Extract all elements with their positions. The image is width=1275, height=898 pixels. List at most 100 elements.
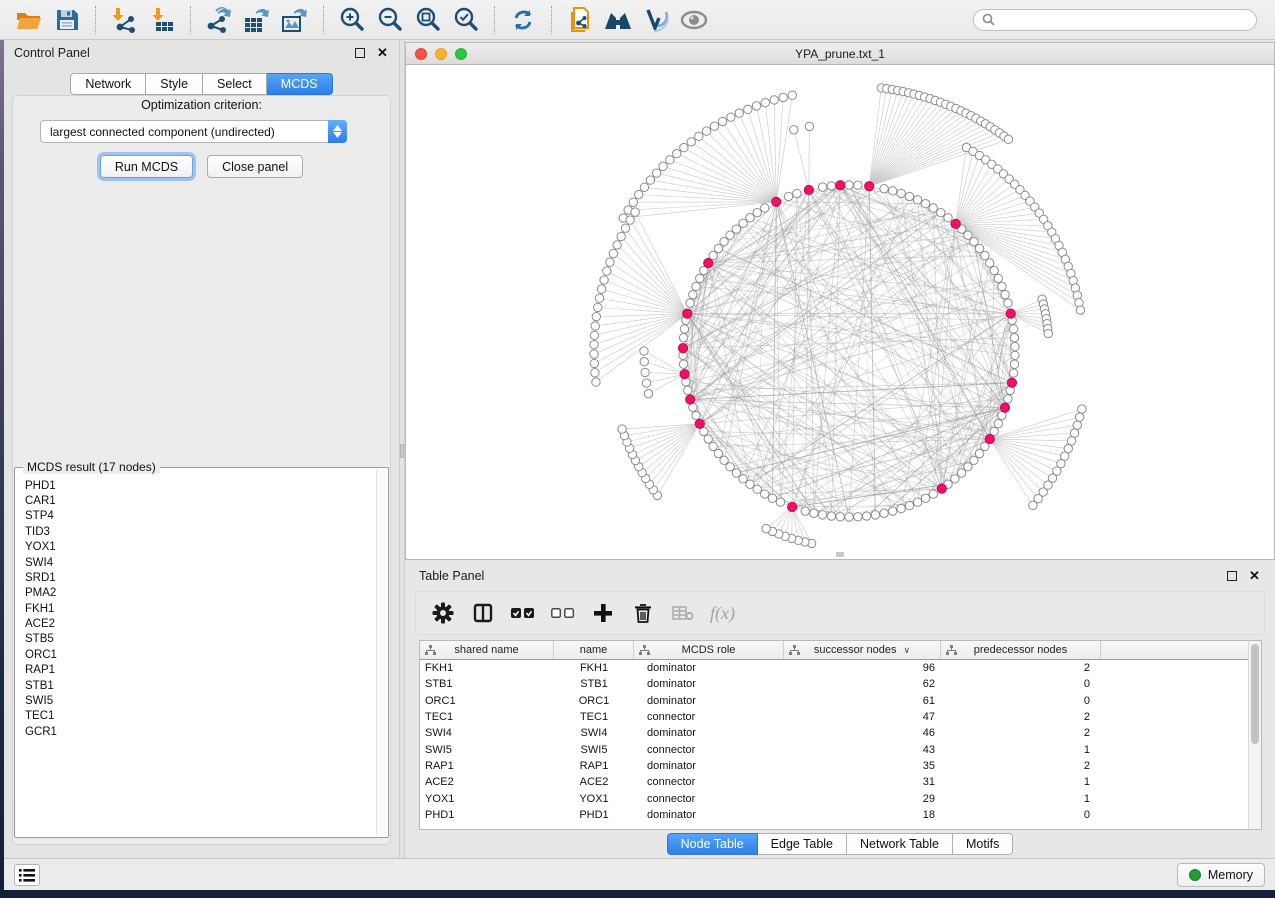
table-cell: connector — [634, 744, 784, 756]
table-row[interactable]: STB1STB1dominator620 — [420, 676, 1248, 692]
tab-edge-table[interactable]: Edge Table — [758, 833, 847, 855]
table-cell: 1 — [941, 744, 1101, 756]
tab-network-table[interactable]: Network Table — [847, 833, 953, 855]
tab-select[interactable]: Select — [203, 73, 267, 95]
mcds-result-scrollbar[interactable] — [376, 469, 387, 836]
zoom-out-icon[interactable] — [375, 5, 405, 35]
optimization-criterion-select[interactable]: largest connected component (undirected) — [40, 120, 347, 143]
vizmapper-icon[interactable] — [641, 5, 671, 35]
zoom-in-icon[interactable] — [337, 5, 367, 35]
show-column-panel-icon[interactable] — [470, 600, 496, 626]
mcds-result-item[interactable]: STB1 — [17, 678, 374, 693]
export-network-icon[interactable] — [204, 5, 234, 35]
close-panel-button[interactable]: Close panel — [207, 155, 303, 178]
control-panel-tabs: NetworkStyleSelectMCDS — [4, 73, 399, 95]
memory-button[interactable]: Memory — [1177, 863, 1265, 887]
horizontal-splitter-handle[interactable] — [836, 552, 844, 557]
table-settings-gear-icon[interactable] — [430, 600, 456, 626]
mcds-result-item[interactable]: YOX1 — [17, 540, 374, 555]
column-header-successor-nodes[interactable]: successor nodes ∨ — [784, 641, 941, 659]
mcds-result-item[interactable]: GCR1 — [17, 724, 374, 739]
splitter-handle[interactable] — [400, 444, 404, 458]
new-network-from-selection-icon[interactable] — [565, 5, 595, 35]
control-panel-header: Control Panel ✕ — [4, 40, 399, 66]
search-input[interactable] — [1000, 13, 1248, 27]
open-session-icon[interactable] — [14, 5, 44, 35]
mcds-result-item[interactable]: SWI5 — [17, 693, 374, 708]
toolbar-separator — [190, 6, 191, 34]
mcds-result-item[interactable]: TEC1 — [17, 709, 374, 724]
table-cell: PHD1 — [420, 809, 554, 821]
float-panel-icon[interactable] — [1225, 570, 1238, 583]
save-session-icon[interactable] — [52, 5, 82, 35]
mcds-result-item[interactable]: SWI4 — [17, 555, 374, 570]
tab-motifs[interactable]: Motifs — [953, 833, 1013, 855]
column-header-name[interactable]: name — [554, 641, 634, 659]
mcds-result-item[interactable]: TID3 — [17, 524, 374, 539]
show-panel-list-button[interactable] — [14, 864, 40, 886]
mcds-result-item[interactable]: FKH1 — [17, 601, 374, 616]
table-row[interactable]: ORC1ORC1dominator610 — [420, 693, 1248, 709]
search-icon — [982, 13, 995, 26]
table-cell: dominator — [634, 678, 784, 690]
tab-node-table[interactable]: Node Table — [667, 833, 758, 855]
zoom-fit-icon[interactable] — [413, 5, 443, 35]
mcds-result-item[interactable]: STB5 — [17, 632, 374, 647]
create-column-plus-icon[interactable] — [590, 600, 616, 626]
select-all-columns-icon[interactable] — [510, 600, 536, 626]
table-scrollbar-thumb[interactable] — [1251, 644, 1259, 744]
mcds-result-item[interactable]: STP4 — [17, 509, 374, 524]
close-panel-icon[interactable]: ✕ — [1248, 570, 1261, 583]
table-row[interactable]: RAP1RAP1dominator352 — [420, 758, 1248, 774]
export-image-icon[interactable] — [280, 5, 310, 35]
search-box[interactable] — [973, 9, 1257, 31]
node-table-body[interactable]: FKH1FKH1dominator962STB1STB1dominator620… — [420, 660, 1248, 829]
import-network-icon[interactable] — [109, 5, 139, 35]
table-panel-header: Table Panel ✕ — [405, 563, 1275, 589]
table-cell: connector — [634, 711, 784, 723]
table-row[interactable]: ACE2ACE2connector311 — [420, 774, 1248, 790]
run-mcds-button[interactable]: Run MCDS — [100, 155, 193, 178]
table-row[interactable]: SWI5SWI5connector431 — [420, 741, 1248, 757]
search-binoculars-icon[interactable] — [603, 5, 633, 35]
close-panel-icon[interactable]: ✕ — [376, 47, 389, 60]
tab-mcds[interactable]: MCDS — [267, 73, 333, 95]
network-canvas[interactable] — [406, 65, 1274, 559]
zoom-selected-icon[interactable] — [451, 5, 481, 35]
memory-status-icon — [1189, 869, 1201, 881]
delete-column-trash-icon[interactable] — [630, 600, 656, 626]
column-header-predecessor-nodes[interactable]: predecessor nodes — [941, 641, 1101, 659]
sort-chevron-icon: ∨ — [903, 645, 910, 656]
mcds-result-list[interactable]: PHD1CAR1STP4TID3YOX1SWI4SRD1PMA2FKH1ACE2… — [17, 478, 374, 833]
mcds-result-item[interactable]: PMA2 — [17, 586, 374, 601]
unselect-all-columns-icon[interactable] — [550, 600, 576, 626]
mcds-result-item[interactable]: ORC1 — [17, 647, 374, 662]
network-graph[interactable] — [406, 65, 1274, 559]
attribute-icon — [789, 645, 800, 656]
hide-eye-icon[interactable] — [679, 5, 709, 35]
table-row[interactable]: YOX1YOX1connector291 — [420, 790, 1248, 806]
mcds-result-item[interactable]: RAP1 — [17, 663, 374, 678]
mcds-result-item[interactable]: CAR1 — [17, 493, 374, 508]
attribute-icon — [946, 645, 957, 656]
function-builder-icon: f(x) — [710, 603, 735, 624]
network-window-title: YPA_prune.txt_1 — [406, 47, 1274, 61]
tab-network[interactable]: Network — [70, 73, 146, 95]
tab-style[interactable]: Style — [146, 73, 203, 95]
table-row[interactable]: PHD1PHD1dominator180 — [420, 807, 1248, 823]
table-cell: ORC1 — [554, 695, 634, 707]
table-cell: dominator — [634, 695, 784, 707]
column-header-shared-name[interactable]: shared name — [420, 641, 554, 659]
table-scrollbar[interactable] — [1248, 641, 1261, 829]
mcds-result-item[interactable]: ACE2 — [17, 616, 374, 631]
table-row[interactable]: FKH1FKH1dominator962 — [420, 660, 1248, 676]
refresh-layout-icon[interactable] — [508, 5, 538, 35]
float-panel-icon[interactable] — [353, 47, 366, 60]
import-table-icon[interactable] — [147, 5, 177, 35]
mcds-result-item[interactable]: PHD1 — [17, 478, 374, 493]
column-header-mcds-role[interactable]: MCDS role — [634, 641, 784, 659]
mcds-result-item[interactable]: SRD1 — [17, 570, 374, 585]
export-table-icon[interactable] — [242, 5, 272, 35]
table-row[interactable]: SWI4SWI4dominator462 — [420, 725, 1248, 741]
table-row[interactable]: TEC1TEC1connector472 — [420, 709, 1248, 725]
